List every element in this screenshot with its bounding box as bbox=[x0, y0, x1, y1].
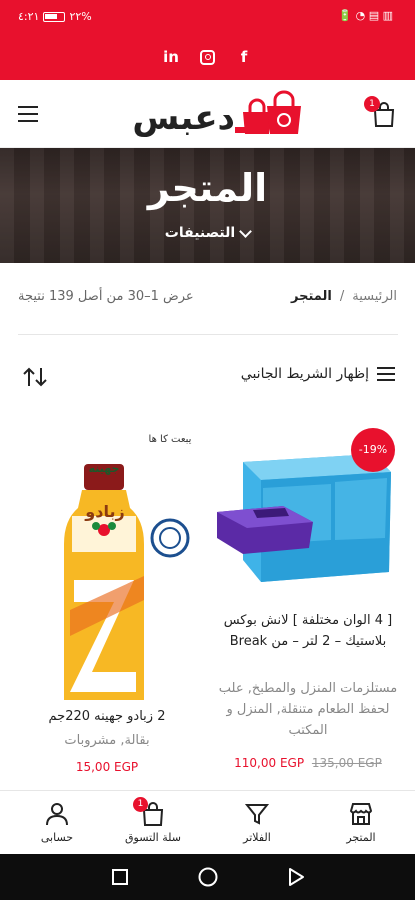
result-count: عرض 1–30 من أصل 139 نتيجة bbox=[18, 289, 194, 304]
store-icon bbox=[349, 803, 373, 825]
site-header: 1 دعبس bbox=[0, 80, 415, 148]
status-left: ٤:٢١ ٢٢% bbox=[18, 10, 92, 23]
price-current: 110,00 EGP bbox=[234, 756, 305, 770]
cart-count-badge: 1 bbox=[364, 96, 380, 112]
nav-account[interactable]: حسابى bbox=[17, 801, 97, 844]
nav-cart-label: سلة التسوق bbox=[124, 831, 181, 844]
battery-icon bbox=[43, 11, 66, 22]
nav-store-label: المتجر bbox=[346, 831, 376, 844]
system-nav-bar bbox=[0, 854, 415, 900]
breadcrumb: الرئيسية / المتجر bbox=[291, 289, 397, 304]
nav-store[interactable]: المتجر bbox=[321, 801, 401, 844]
product-title[interactable]: [ 4 الوان مختلفة ] لانش بوكس بلاستيك – 2… bbox=[213, 610, 403, 652]
show-sidebar-label: إظهار الشريط الجانبي bbox=[240, 366, 369, 382]
home-icon[interactable] bbox=[197, 866, 219, 888]
price-old: 135,00 EGP bbox=[311, 756, 382, 770]
product-price: 15,00 EGP bbox=[12, 760, 202, 774]
recent-apps-icon[interactable] bbox=[110, 867, 130, 887]
breadcrumb-home[interactable]: الرئيسية bbox=[352, 289, 397, 304]
breadcrumb-row: الرئيسية / المتجر عرض 1–30 من أصل 139 نت… bbox=[0, 285, 415, 315]
facebook-icon[interactable]: f bbox=[235, 48, 253, 66]
shopping-bags-logo-icon bbox=[235, 90, 301, 134]
linkedin-icon[interactable]: in bbox=[162, 48, 180, 66]
back-icon[interactable] bbox=[286, 866, 306, 888]
show-sidebar-button[interactable]: إظهار الشريط الجانبي bbox=[241, 366, 395, 382]
product-card[interactable]: -19% [ 4 الوان مختلفة ] لانش بوكس بلاستي… bbox=[213, 410, 403, 780]
app-root: ٤:٢١ ٢٢% 🔋 ◔ ▤ ▥ in f 1 دعبس المتجر التص… bbox=[0, 0, 415, 900]
seal-label: يبعت كا ها bbox=[148, 434, 192, 445]
logo-text: دعبس bbox=[132, 98, 236, 138]
nav-account-label: حسابى bbox=[40, 831, 74, 844]
social-bar: in f bbox=[0, 34, 415, 80]
product-title[interactable]: 2 زبادو جهينه 220جم bbox=[12, 706, 202, 727]
sale-badge: -19% bbox=[351, 428, 395, 472]
page-title: المتجر bbox=[147, 166, 268, 210]
instagram-icon[interactable] bbox=[200, 49, 215, 65]
product-categories[interactable]: بقالة, مشروبات bbox=[12, 730, 202, 751]
status-bar: ٤:٢١ ٢٢% 🔋 ◔ ▤ ▥ bbox=[0, 0, 415, 34]
nav-filters-label: الفلاتر bbox=[243, 831, 271, 844]
product-card[interactable]: جهينه زبادو يبعت كا ها 2 زبادو جهينه 220… bbox=[12, 410, 202, 780]
list-icon bbox=[377, 367, 395, 381]
filter-icon bbox=[244, 804, 270, 825]
logo[interactable]: دعبس bbox=[105, 90, 310, 138]
nav-cart[interactable]: 1 سلة التسوق bbox=[113, 797, 193, 844]
status-time: ٤:٢١ bbox=[18, 10, 40, 23]
categories-label: التصنيفات bbox=[164, 225, 236, 241]
product-image-label: زبادو bbox=[85, 502, 125, 521]
filter-row: إظهار الشريط الجانبي bbox=[0, 362, 415, 392]
nav-filters[interactable]: الفلاتر bbox=[217, 801, 297, 844]
breadcrumb-separator: / bbox=[339, 289, 345, 304]
chevron-down-icon bbox=[239, 224, 253, 238]
sort-icon[interactable] bbox=[22, 366, 48, 388]
user-icon bbox=[46, 803, 68, 826]
status-indicators: 🔋 ◔ ▤ ▥ bbox=[338, 9, 393, 22]
product-price: 110,00 EGP 135,00 EGP bbox=[213, 756, 403, 770]
hero-banner: المتجر التصنيفات bbox=[0, 148, 415, 263]
product-image-labels: جهينه زبادو يبعت كا ها bbox=[12, 410, 202, 700]
nav-cart-badge: 1 bbox=[133, 797, 148, 812]
bottom-nav: المتجر الفلاتر 1 سلة التسوق حسابى bbox=[0, 790, 415, 854]
menu-icon[interactable] bbox=[18, 106, 38, 122]
divider bbox=[18, 334, 398, 335]
product-categories[interactable]: مستلزمات المنزل والمطبخ, علب لحفظ الطعام… bbox=[213, 678, 403, 741]
price-current: 15,00 EGP bbox=[75, 760, 139, 774]
battery-percent: ٢٢% bbox=[69, 10, 92, 23]
status-indicator-icons: 🔋 ◔ ▤ ▥ bbox=[338, 9, 393, 22]
categories-dropdown[interactable]: التصنيفات bbox=[0, 224, 415, 241]
breadcrumb-current: المتجر bbox=[291, 289, 332, 304]
brand-label: جهينه bbox=[88, 462, 120, 475]
